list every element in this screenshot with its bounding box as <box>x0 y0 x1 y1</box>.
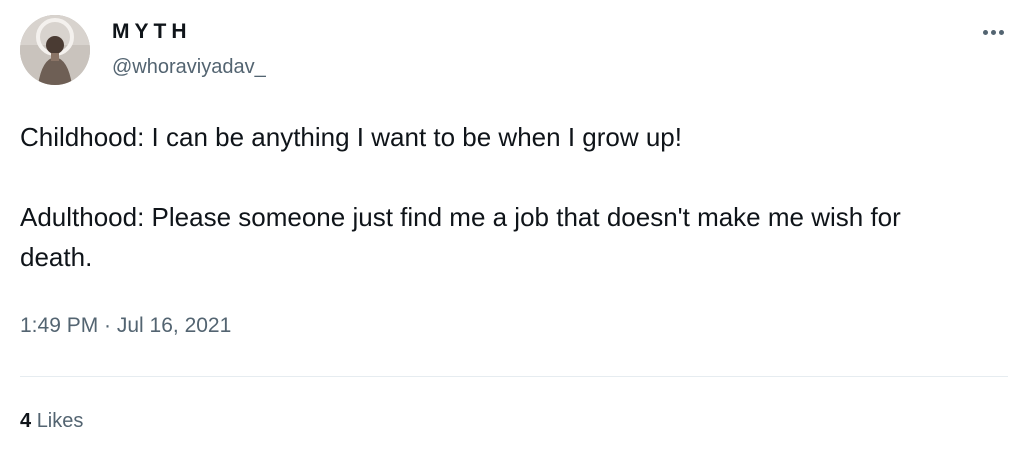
tweet-paragraph: Adulthood: Please someone just find me a… <box>20 202 901 272</box>
more-options-icon <box>998 29 1004 35</box>
likes-label: Likes <box>36 410 84 432</box>
likes-count: 4 <box>20 410 32 432</box>
more-options-icon <box>990 29 996 35</box>
divider <box>20 376 1008 377</box>
more-options-button[interactable] <box>978 20 1008 44</box>
avatar-image <box>20 15 90 85</box>
likes-stat[interactable]: 4 Likes <box>20 410 83 433</box>
author-display-name[interactable]: MYTH <box>112 20 192 44</box>
tweet-text: Childhood: I can be anything I want to b… <box>20 117 980 277</box>
tweet-card: MYTH @whoraviyadav_ Childhood: I can be … <box>0 0 1024 464</box>
tweet-paragraph: Childhood: I can be anything I want to b… <box>20 122 682 152</box>
author-handle[interactable]: @whoraviyadav_ <box>112 56 266 79</box>
tweet-timestamp[interactable]: 1:49 PM · Jul 16, 2021 <box>20 314 231 338</box>
avatar[interactable] <box>20 15 90 85</box>
more-options-icon <box>982 29 988 35</box>
